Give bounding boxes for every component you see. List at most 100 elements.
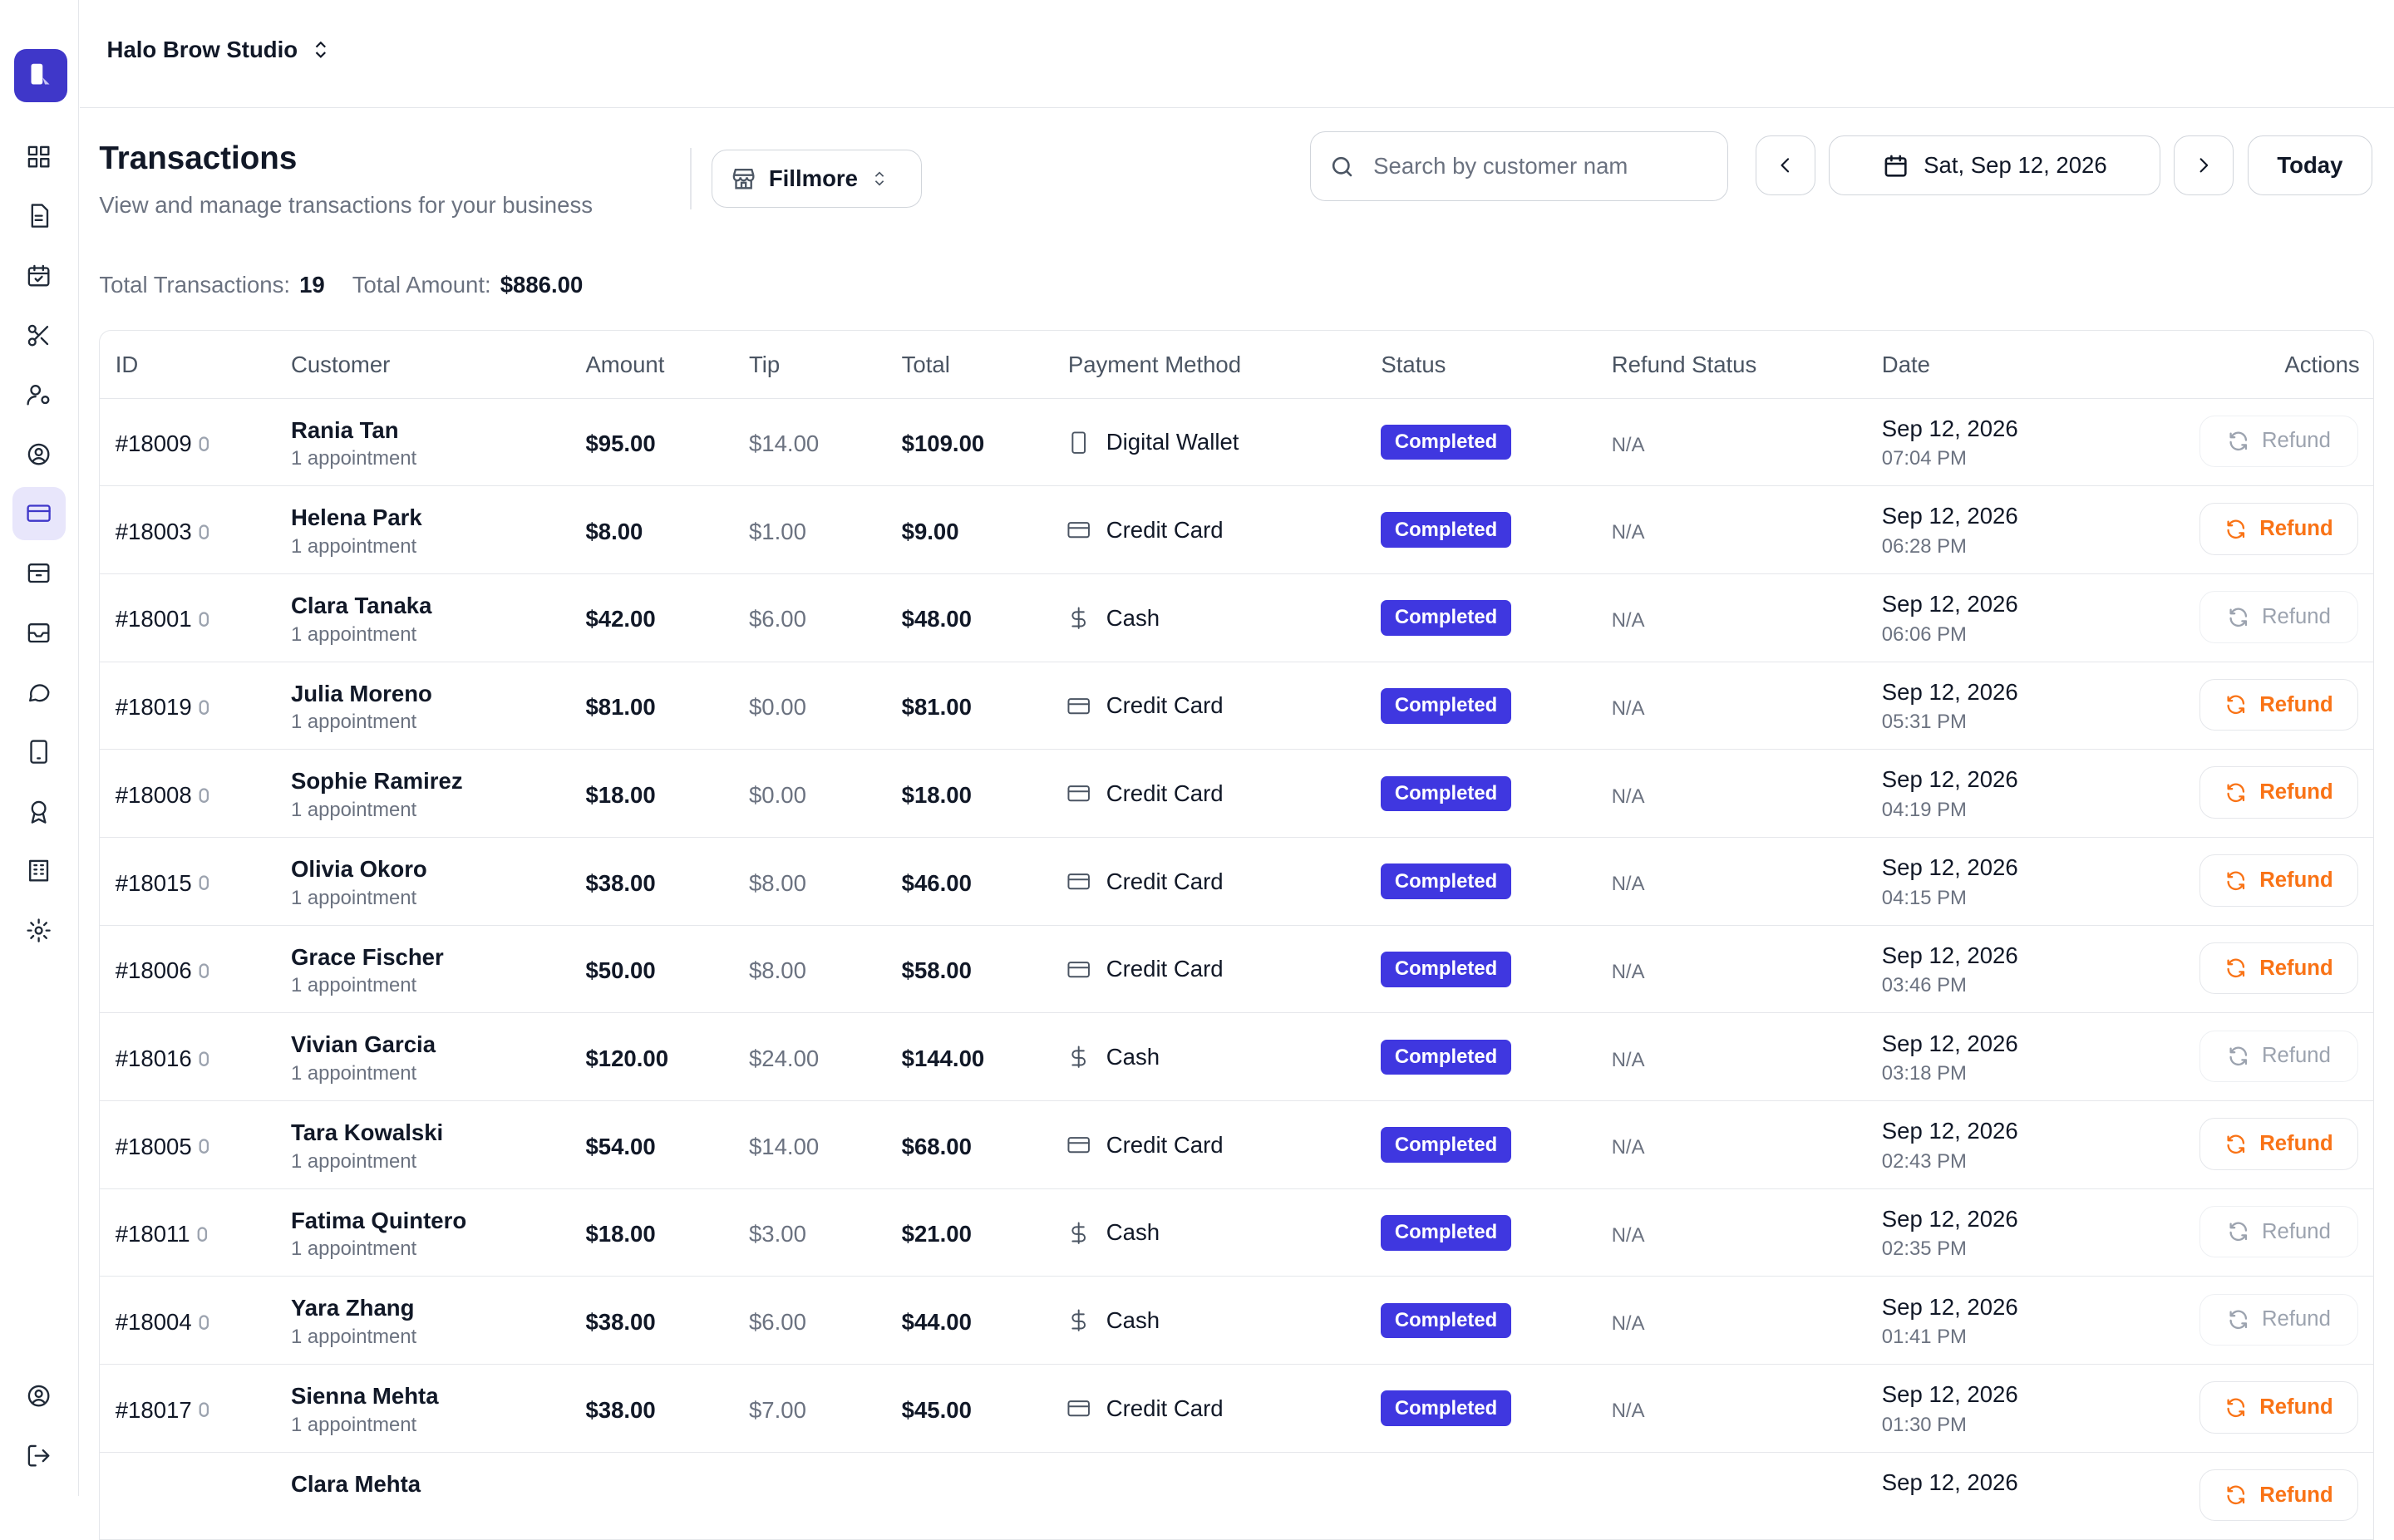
copy-icon[interactable] xyxy=(198,1402,210,1418)
column-header-date: Date xyxy=(1881,352,1930,378)
table-row[interactable]: #18019 Julia Moreno 1 appointment $81.00 $0.… xyxy=(100,662,2374,750)
copy-icon[interactable] xyxy=(198,436,210,451)
customer-name[interactable]: Rania Tan xyxy=(291,417,399,444)
table-row[interactable]: Clara Mehta Sep 12, 2026 Refund xyxy=(100,1453,2374,1540)
sidebar-item-gear[interactable] xyxy=(12,903,66,957)
business-switcher[interactable]: Halo Brow Studio xyxy=(107,37,332,63)
refund-button[interactable]: Refund xyxy=(2199,415,2358,468)
sidebar-item-account[interactable] xyxy=(12,1370,66,1423)
customer-name[interactable]: Sienna Mehta xyxy=(291,1383,439,1410)
table-row[interactable]: #18005 Tara Kowalski 1 appointment $54.00 $1… xyxy=(100,1101,2374,1189)
refund-button[interactable]: Refund xyxy=(2199,854,2358,907)
refresh-icon xyxy=(2229,1222,2247,1242)
transaction-id-text: #18019 xyxy=(115,694,192,721)
customer-name[interactable]: Olivia Okoro xyxy=(291,856,427,883)
refund-button[interactable]: Refund xyxy=(2199,678,2358,731)
search-input[interactable] xyxy=(1370,151,1697,182)
table-row[interactable]: #18011 Fatima Quintero 1 appointment $18.00… xyxy=(100,1189,2374,1277)
refund-button[interactable]: Refund xyxy=(2199,766,2358,819)
customer-name[interactable]: Clara Mehta xyxy=(291,1471,421,1498)
total-amount-value: $886.00 xyxy=(500,271,584,298)
tip: $7.00 xyxy=(748,1396,806,1423)
table-header: ID Customer Amount Tip Total Payment Met… xyxy=(100,331,2374,399)
copy-icon[interactable] xyxy=(198,1315,210,1330)
customer-name[interactable]: Julia Moreno xyxy=(291,681,432,707)
refund-button[interactable]: Refund xyxy=(2199,1469,2358,1522)
customer-name[interactable]: Grace Fischer xyxy=(291,944,444,971)
refund-button[interactable]: Refund xyxy=(2199,1118,2358,1170)
table-row[interactable]: #18006 Grace Fischer 1 appointment $50.00 $8… xyxy=(100,926,2374,1014)
customer-name[interactable]: Fatima Quintero xyxy=(291,1208,466,1234)
refund-button-label: Refund xyxy=(2259,780,2333,804)
refund-button[interactable]: Refund xyxy=(2199,591,2358,643)
location-select[interactable]: Fillmore xyxy=(711,149,923,208)
copy-icon[interactable] xyxy=(198,524,210,539)
status-badge: Completed xyxy=(1381,1127,1511,1163)
customer-name[interactable]: Clara Tanaka xyxy=(291,593,431,619)
sidebar-item-credit-card[interactable] xyxy=(12,486,66,541)
table-row[interactable]: #18003 Helena Park 1 appointment $8.00 $1.00… xyxy=(100,486,2374,574)
refund-button[interactable]: Refund xyxy=(2199,1293,2358,1346)
copy-icon[interactable] xyxy=(198,700,210,715)
app-logo[interactable] xyxy=(13,48,67,103)
sidebar-item-calendar-check[interactable] xyxy=(12,248,66,302)
copy-icon[interactable] xyxy=(198,963,210,979)
sidebar-item-archive[interactable] xyxy=(12,547,66,600)
table-row[interactable]: #18001 Clara Tanaka 1 appointment $42.00 $6.… xyxy=(100,574,2374,662)
payment-method: Cash xyxy=(1066,605,1160,632)
transaction-time: 06:28 PM xyxy=(1881,534,1967,558)
sidebar-item-dashboard[interactable] xyxy=(12,130,66,183)
date-picker-button[interactable]: Sat, Sep 12, 2026 xyxy=(1829,135,2160,196)
previous-day-button[interactable] xyxy=(1756,135,1815,196)
refund-button[interactable]: Refund xyxy=(2199,1205,2358,1258)
credit-card-icon xyxy=(1067,1137,1090,1154)
table-row[interactable]: #18008 Sophie Ramirez 1 appointment $18.00 $… xyxy=(100,750,2374,838)
customer-name[interactable]: Vivian Garcia xyxy=(291,1031,436,1058)
copy-icon[interactable] xyxy=(198,612,210,627)
copy-icon[interactable] xyxy=(198,1139,210,1154)
today-button[interactable]: Today xyxy=(2247,135,2373,196)
table-row[interactable]: #18009 Rania Tan 1 appointment $95.00 $14.00… xyxy=(100,399,2374,487)
customer-name[interactable]: Yara Zhang xyxy=(291,1295,415,1321)
sidebar-item-scissors[interactable] xyxy=(12,308,66,362)
table-row[interactable]: #18004 Yara Zhang 1 appointment $38.00 $6.00… xyxy=(100,1277,2374,1365)
transaction-id-text: #18005 xyxy=(115,1133,192,1159)
sidebar-item-user-circle[interactable] xyxy=(12,427,66,480)
payment-method-label: Credit Card xyxy=(1106,516,1224,543)
next-day-button[interactable] xyxy=(2174,135,2234,196)
sidebar-item-logout[interactable] xyxy=(12,1429,66,1482)
sidebar-item-inbox[interactable] xyxy=(12,606,66,659)
refresh-icon xyxy=(2227,695,2245,715)
appointment-count: 1 appointment xyxy=(290,1326,417,1349)
copy-icon[interactable] xyxy=(198,788,210,803)
tip: $0.00 xyxy=(748,694,806,721)
page-subtitle: View and manage transactions for your bu… xyxy=(99,192,593,219)
sidebar-item-tablet[interactable] xyxy=(12,725,66,778)
sidebar-item-document[interactable] xyxy=(12,189,66,243)
copy-icon[interactable] xyxy=(198,1051,210,1066)
total: $58.00 xyxy=(901,957,972,984)
refund-button[interactable]: Refund xyxy=(2199,1030,2358,1082)
transaction-id: #18005 xyxy=(116,1134,210,1160)
selected-date: Sat, Sep 12, 2026 xyxy=(1924,152,2107,179)
customer-name[interactable]: Helena Park xyxy=(291,504,422,531)
copy-icon[interactable] xyxy=(196,1227,209,1242)
refund-button[interactable]: Refund xyxy=(2199,942,2358,995)
payment-method: Credit Card xyxy=(1066,517,1224,544)
table-row[interactable]: #18017 Sienna Mehta 1 appointment $38.00 $7.… xyxy=(100,1365,2374,1453)
refresh-icon xyxy=(2227,783,2245,802)
table-row[interactable]: #18015 Olivia Okoro 1 appointment $38.00 $8.… xyxy=(100,838,2374,926)
top-bar: Halo Brow Studio xyxy=(79,0,2394,108)
sidebar-item-award[interactable] xyxy=(12,785,66,838)
refund-button[interactable]: Refund xyxy=(2199,503,2358,555)
customer-name[interactable]: Sophie Ramirez xyxy=(291,768,463,795)
refund-button-label: Refund xyxy=(2262,1307,2331,1331)
sidebar-item-building[interactable] xyxy=(12,844,66,898)
table-row[interactable]: #18016 Vivian Garcia 1 appointment $120.00 $… xyxy=(100,1013,2374,1102)
refund-button[interactable]: Refund xyxy=(2199,1381,2358,1434)
sidebar-item-staff[interactable] xyxy=(12,368,66,421)
copy-icon[interactable] xyxy=(198,875,210,891)
appointment-count: 1 appointment xyxy=(290,1062,417,1085)
customer-name[interactable]: Tara Kowalski xyxy=(291,1119,443,1146)
sidebar-item-message[interactable] xyxy=(12,666,66,719)
